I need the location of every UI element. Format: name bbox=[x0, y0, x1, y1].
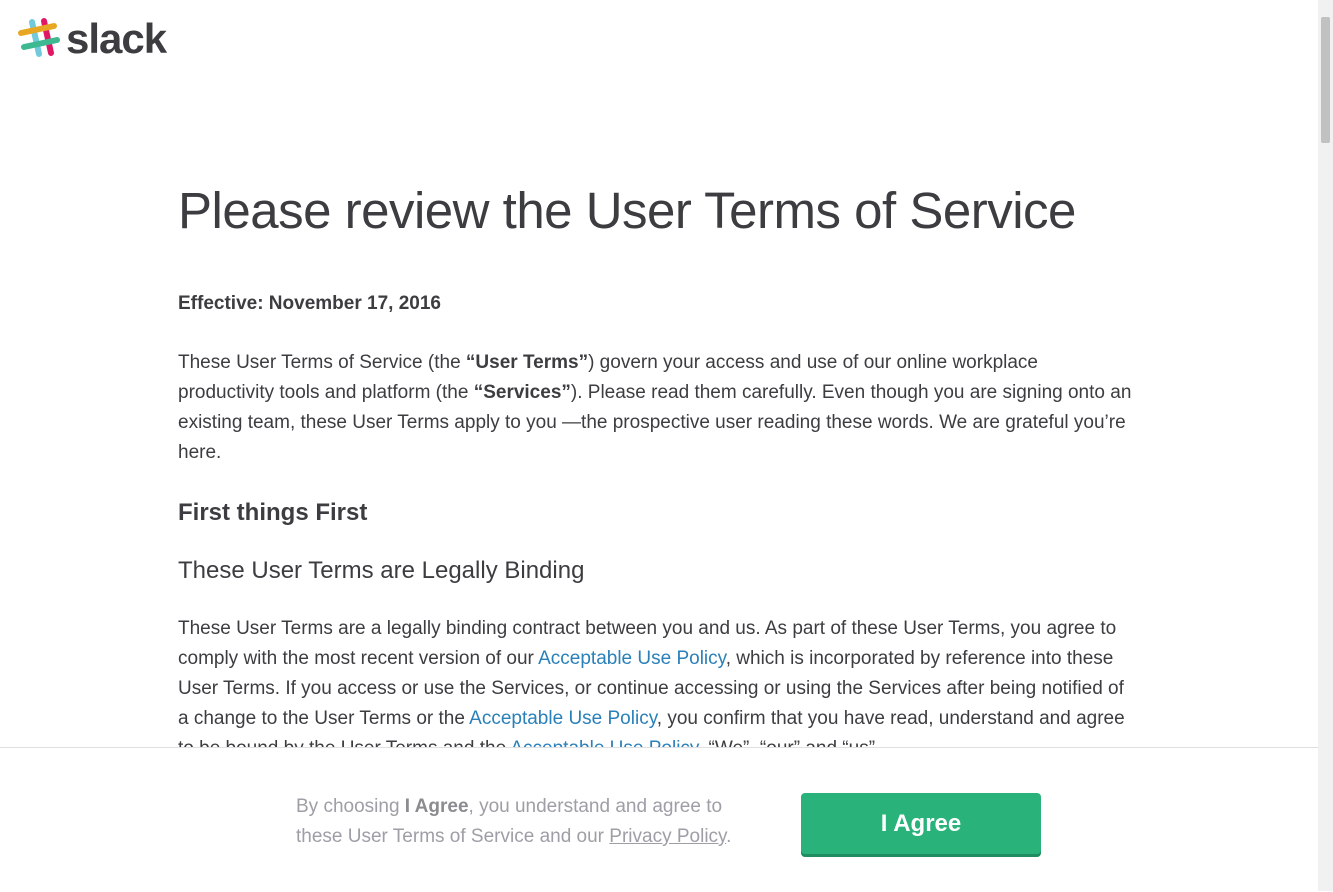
effective-date: Effective: November 17, 2016 bbox=[178, 293, 441, 314]
acceptable-use-policy-link[interactable]: Acceptable Use Policy bbox=[469, 708, 657, 729]
intro-paragraph: These User Terms of Service (the “User T… bbox=[178, 352, 1132, 463]
page-title: Please review the User Terms of Service bbox=[178, 182, 1076, 239]
slack-wordmark: slack bbox=[66, 15, 167, 62]
section-heading: First things First bbox=[178, 499, 368, 526]
page-scrollbar[interactable] bbox=[1318, 0, 1333, 891]
binding-paragraph: These User Terms are a legally binding c… bbox=[178, 614, 1138, 764]
slack-logo[interactable]: slack bbox=[16, 15, 167, 62]
terms-content: Please review the User Terms of Service … bbox=[178, 175, 1138, 764]
slack-logo-icon bbox=[18, 18, 60, 57]
agree-footer: By choosing I Agree, you understand and … bbox=[0, 747, 1333, 892]
scrollbar-thumb[interactable] bbox=[1321, 17, 1330, 143]
agreement-text: By choosing I Agree, you understand and … bbox=[296, 796, 732, 847]
privacy-policy-link[interactable]: Privacy Policy bbox=[609, 826, 726, 847]
header: slack bbox=[0, 0, 1318, 90]
agree-button[interactable]: I Agree bbox=[801, 793, 1041, 854]
subsection-heading: These User Terms are Legally Binding bbox=[178, 557, 585, 584]
acceptable-use-policy-link[interactable]: Acceptable Use Policy bbox=[538, 648, 726, 669]
